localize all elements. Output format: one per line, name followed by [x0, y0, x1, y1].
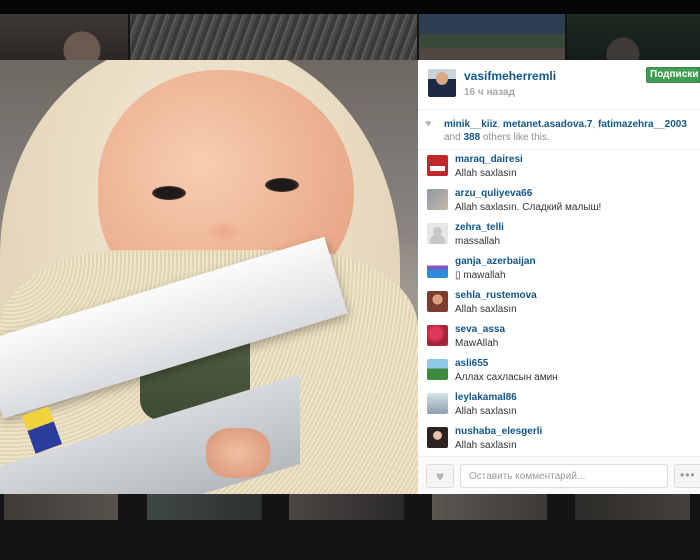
comment-text: Allah saxlasın — [455, 304, 517, 315]
comment-bar: ♥ ••• — [418, 456, 700, 494]
comment-username[interactable]: leylakamal86 — [455, 392, 517, 403]
feed-thumbnail[interactable] — [130, 14, 417, 60]
comment-item: seva_assa MawAllah — [418, 322, 700, 356]
avatar[interactable] — [427, 393, 448, 414]
others-count-link[interactable]: 388 — [463, 132, 480, 143]
liker-link[interactable]: metanet.asadova.7 — [503, 119, 593, 130]
feed-thumbnail[interactable] — [147, 494, 262, 520]
feed-thumbnail[interactable] — [419, 14, 565, 60]
follow-button[interactable]: Подписки — [646, 67, 700, 83]
post-modal: vasifmeherremli 16 ч назад Подписки ♥ mi… — [0, 60, 700, 494]
feed-thumbnail[interactable] — [0, 14, 128, 60]
more-options-button[interactable]: ••• — [674, 464, 700, 488]
avatar[interactable] — [428, 69, 456, 97]
avatar[interactable] — [427, 155, 448, 176]
comment-text: Аллах сахласын амин — [455, 372, 558, 383]
comment-text: Allah saxlasın. Сладкий малыш! — [455, 202, 602, 213]
comment-username[interactable]: sehla_rustemova — [455, 290, 537, 301]
liker-link[interactable]: fatimazehra__2003 — [598, 119, 687, 130]
comment-username[interactable]: seva_assa — [455, 324, 505, 335]
comment-username[interactable]: nushaba_elesgerli — [455, 426, 542, 437]
feed-thumbnail[interactable] — [4, 494, 118, 520]
likes-summary: ♥ minik__kiiz, metanet.asadova.7, fatima… — [418, 110, 700, 150]
avatar[interactable] — [427, 291, 448, 312]
comment-text: Allah saxlasın — [455, 406, 517, 417]
comment-input[interactable] — [460, 464, 668, 488]
post-photo[interactable] — [0, 60, 418, 494]
post-header: vasifmeherremli 16 ч назад Подписки — [418, 60, 700, 110]
avatar[interactable] — [427, 257, 448, 278]
like-button[interactable]: ♥ — [426, 464, 454, 488]
comment-username[interactable]: zehra_telli — [455, 222, 504, 233]
comment-text: Allah saxlasın — [455, 168, 517, 179]
comment-item: asli655 Аллах сахласын амин — [418, 356, 700, 390]
comment-username[interactable]: asli655 — [455, 358, 488, 369]
comment-item: zehra_telli massallah — [418, 220, 700, 254]
comment-username[interactable]: ganja_azerbaijan — [455, 256, 536, 267]
comment-text: ▯ mawallah — [455, 270, 506, 281]
owner-username[interactable]: vasifmeherremli — [464, 69, 556, 83]
comment-text: MawAllah — [455, 338, 499, 349]
avatar[interactable] — [427, 359, 448, 380]
comment-username[interactable]: maraq_dairesi — [455, 154, 523, 165]
avatar[interactable] — [427, 189, 448, 210]
baby-hand — [206, 428, 270, 478]
heart-icon: ♥ — [435, 468, 445, 484]
feed-thumbnail[interactable] — [432, 494, 547, 520]
comment-item: maraq_dairesi Allah saxlasın — [418, 152, 700, 186]
comment-list[interactable]: maraq_dairesi Allah saxlasın arzu_quliye… — [418, 152, 700, 456]
comment-text: massallah — [455, 236, 501, 247]
avatar[interactable] — [427, 427, 448, 448]
post-side-panel: vasifmeherremli 16 ч назад Подписки ♥ mi… — [418, 60, 700, 494]
comment-item: ganja_azerbaijan ▯ mawallah — [418, 254, 700, 288]
comment-username[interactable]: arzu_quliyeva66 — [455, 188, 532, 199]
feed-thumbnail[interactable] — [575, 494, 690, 520]
comment-item: sehla_rustemova Allah saxlasın — [418, 288, 700, 322]
comment-item: leylakamal86 Allah saxlasın — [418, 390, 700, 424]
feed-thumbnail[interactable] — [289, 494, 404, 520]
comment-text: Allah saxlasın — [455, 440, 517, 451]
feed-thumbnail[interactable] — [567, 14, 700, 60]
liker-link[interactable]: minik__kiiz — [444, 119, 497, 130]
heart-icon: ♥ — [425, 118, 432, 130]
top-bar — [0, 0, 700, 14]
avatar[interactable] — [427, 325, 448, 346]
post-timestamp[interactable]: 16 ч назад — [464, 87, 515, 98]
comment-item: arzu_quliyeva66 Allah saxlasın. Сладкий … — [418, 186, 700, 220]
comment-item: nushaba_elesgerli Allah saxlasın — [418, 424, 700, 456]
avatar[interactable] — [427, 223, 448, 244]
